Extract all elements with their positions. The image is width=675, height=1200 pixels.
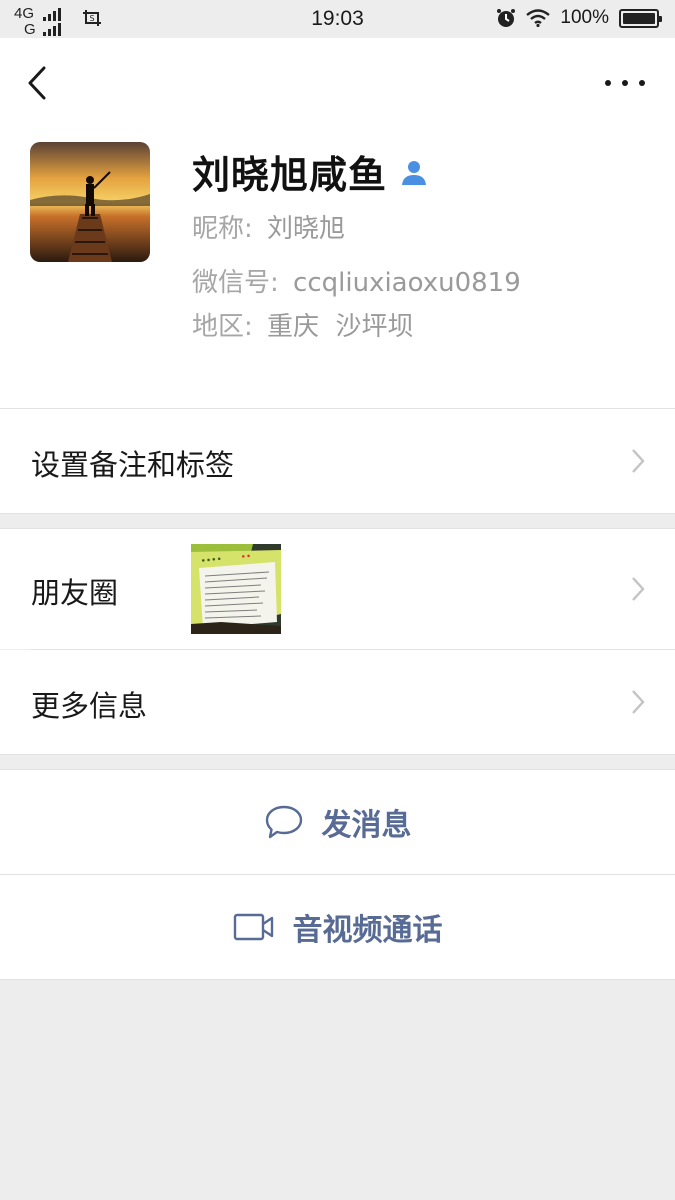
chat-bubble-icon	[265, 805, 302, 839]
moments-photo-thumbnail: •••• ••	[191, 544, 281, 634]
nickname-value: 刘晓旭	[267, 214, 346, 244]
more-options-button[interactable]	[605, 68, 645, 98]
nickname-line: 昵称: 刘晓旭	[192, 208, 345, 245]
back-button[interactable]	[22, 63, 54, 103]
wechat-id-line: 微信号: ccqliuxiaoxu0819	[192, 262, 521, 299]
wifi-icon	[526, 9, 551, 27]
video-call-label: 音视频通话	[292, 913, 443, 948]
nickname-label: 昵称:	[192, 214, 253, 244]
divider	[0, 754, 675, 755]
divider	[0, 513, 675, 514]
set-remark-label: 设置备注和标签	[31, 448, 235, 482]
moments-row[interactable]: 朋友圈 •••• ••	[0, 529, 675, 649]
send-message-button[interactable]: 发消息	[0, 770, 675, 874]
chevron-right-icon	[632, 577, 645, 601]
contact-person-icon	[402, 160, 427, 185]
wechat-id-label: 微信号:	[192, 268, 279, 298]
region-value: 重庆 沙坪坝	[267, 312, 414, 342]
battery-percent: 100%	[560, 7, 609, 28]
svg-text:••: ••	[240, 552, 252, 563]
chevron-right-icon	[632, 449, 645, 473]
send-message-label: 发消息	[321, 808, 412, 843]
region-label: 地区:	[192, 312, 253, 342]
divider	[31, 649, 675, 650]
avatar[interactable]	[30, 142, 150, 262]
more-info-row[interactable]: 更多信息	[0, 650, 675, 754]
video-camera-icon	[233, 913, 273, 941]
divider	[0, 979, 675, 980]
battery-icon	[619, 8, 662, 28]
alarm-icon	[497, 9, 516, 27]
chevron-right-icon	[632, 690, 645, 714]
set-remark-and-tags-row[interactable]: 设置备注和标签	[0, 409, 675, 513]
region-line: 地区: 重庆 沙坪坝	[192, 306, 414, 343]
profile-header: 刘晓旭咸鱼 昵称: 刘晓旭 微信号: ccqliuxiaoxu0819 地区: …	[0, 38, 675, 408]
more-info-label: 更多信息	[31, 689, 148, 723]
moments-label: 朋友圈	[31, 576, 119, 610]
display-name: 刘晓旭咸鱼	[192, 153, 388, 197]
status-bar: 4G G S 19:03 100%	[0, 0, 675, 38]
wechat-id-value: ccqliuxiaoxu0819	[293, 268, 521, 298]
video-call-button[interactable]: 音视频通话	[0, 875, 675, 979]
